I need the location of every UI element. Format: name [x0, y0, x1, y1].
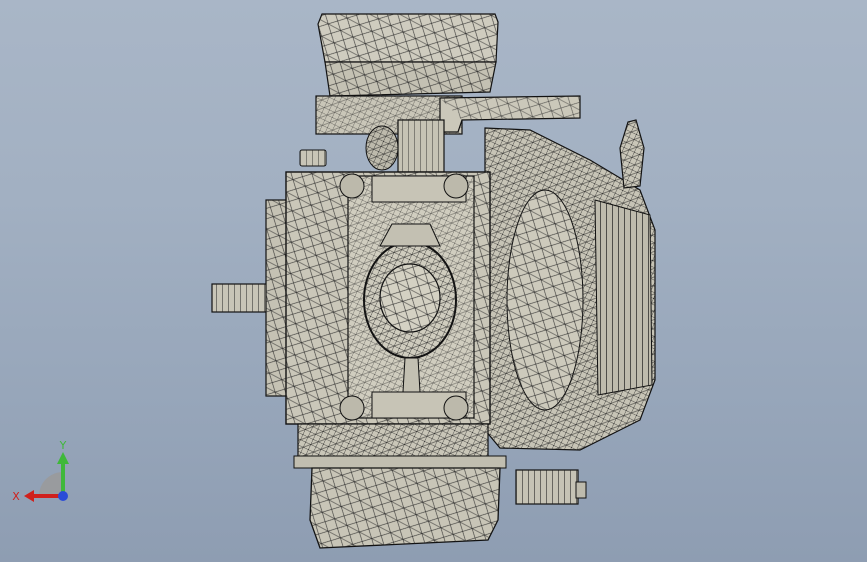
y-axis-label: Y	[59, 439, 67, 452]
spark-plug-cap[interactable]	[619, 119, 645, 189]
x-axis-arrow-icon	[24, 490, 34, 502]
orientation-triad: Y X	[10, 438, 80, 510]
y-axis-arrow-icon	[57, 452, 69, 464]
output-shaft[interactable]	[211, 199, 297, 397]
intake-neck[interactable]	[365, 119, 445, 173]
fuel-knob[interactable]	[299, 149, 327, 167]
x-axis-label: X	[12, 490, 20, 503]
oil-sump[interactable]	[293, 423, 507, 549]
drain-plug[interactable]	[515, 469, 587, 505]
triad-plane-shade	[39, 472, 63, 496]
z-axis-dot-icon	[58, 491, 68, 501]
graphics-viewport[interactable]: Y X	[0, 0, 867, 562]
engine-model[interactable]	[0, 0, 867, 562]
